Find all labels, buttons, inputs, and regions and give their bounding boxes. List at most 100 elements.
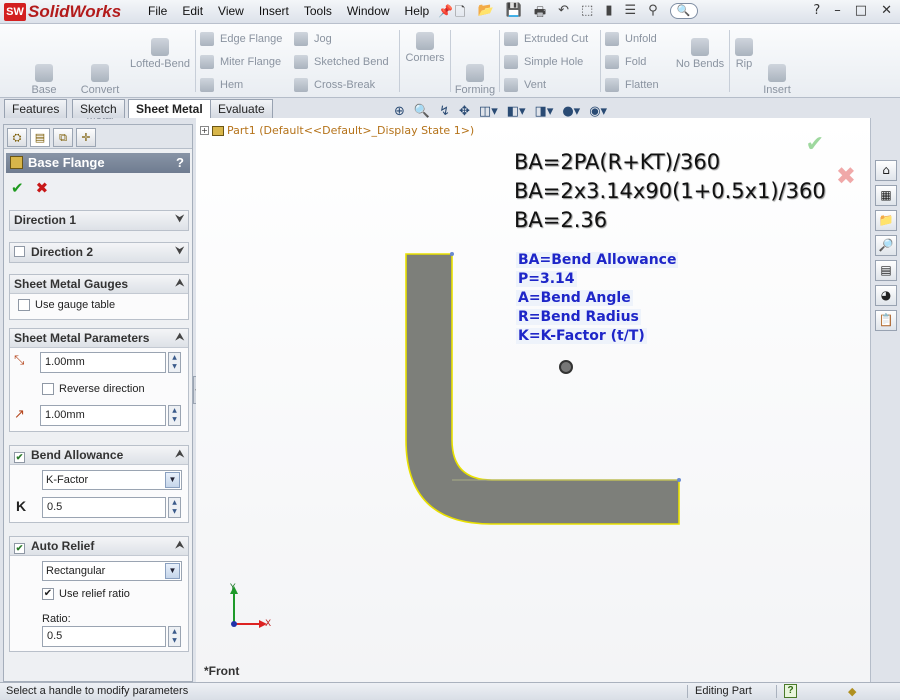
expand-chevron-icon[interactable]: ⮟ [176,211,185,229]
open-icon[interactable]: 📂 [477,3,493,25]
sketched-bend-button[interactable]: Sketched Bend [294,55,389,69]
use-gauge-table-row[interactable]: Use gauge table [18,299,115,311]
featuremanager-tab-icon[interactable]: ⛭ [7,128,27,147]
bend-radius-input[interactable]: 1.00mm [40,405,166,426]
lofted-bend-button[interactable]: Lofted-Bend [128,38,192,71]
simple-hole-button[interactable]: Simple Hole [504,55,583,69]
pm-help-button[interactable]: ? [176,153,184,173]
undo-icon[interactable]: ↶ [558,3,569,25]
fold-button[interactable]: Fold [605,55,646,69]
edge-flange-button[interactable]: Edge Flange [200,32,282,46]
thickness-spinner[interactable]: ▲ ▼ [168,352,181,373]
restore-button[interactable]: □ [855,3,867,18]
collapse-chevron-icon[interactable]: ⮝ [176,446,185,464]
use-gauge-table-checkbox[interactable] [18,299,30,311]
propertymanager-tab-icon[interactable]: ▤ [30,128,50,147]
display-style-icon[interactable]: ◧▾ [507,104,526,119]
extruded-cut-button[interactable]: Extruded Cut [504,32,588,46]
scene-icon[interactable]: ◉▾ [589,104,607,119]
ok-check-icon[interactable]: ✔ [11,179,24,197]
bend-allowance-type-select[interactable]: K-Factor ▼ [42,470,182,490]
new-doc-icon[interactable]: 🗋 [455,3,465,25]
drag-handle-icon[interactable] [450,252,454,256]
home-icon[interactable]: ⌂ [875,160,897,181]
k-factor-input[interactable]: 0.5 [42,497,166,518]
print-icon[interactable]: 🖶 [534,3,546,25]
save-icon[interactable]: 💾 [506,3,522,25]
minimize-button[interactable]: – [834,3,841,18]
dimxpert-tab-icon[interactable]: ✛ [76,128,96,147]
menu-file[interactable]: File [148,4,167,18]
select-icon[interactable]: ⬚ [581,3,593,25]
collapse-chevron-icon[interactable]: ⮝ [176,329,185,347]
search-box[interactable]: 🔍 [669,3,698,19]
status-help-icon[interactable]: ? [784,684,797,698]
view-palette-icon[interactable]: ▤ [875,260,897,281]
relief-type-select[interactable]: Rectangular ▼ [42,561,182,581]
search-results-icon[interactable]: 🔎 [875,235,897,256]
menu-insert[interactable]: Insert [259,4,289,18]
menu-edit[interactable]: Edit [182,4,203,18]
reverse-direction-row[interactable]: Reverse direction [42,383,145,395]
use-relief-ratio-checkbox[interactable]: ✔ [42,588,54,600]
section-view-icon[interactable]: ✥ [459,104,470,119]
reverse-direction-checkbox[interactable] [42,383,54,395]
hide-show-icon[interactable]: ◨▾ [535,104,554,119]
direction2-group[interactable]: Direction 2 ⮟ [9,242,189,263]
view-orientation-icon[interactable]: ◫▾ [479,104,498,119]
graphics-area[interactable]: + Part1 (Default<<Default>_Display State… [196,118,870,682]
ratio-spinner[interactable]: ▲ ▼ [168,626,181,647]
confirm-check-icon[interactable]: ✔ [806,132,824,157]
options-icon[interactable]: ☰ [624,3,636,25]
hem-button[interactable]: Hem [200,78,243,92]
drag-handle-icon[interactable] [677,478,681,482]
tab-sheet-metal[interactable]: Sheet Metal [128,99,211,118]
collapse-chevron-icon[interactable]: ⮝ [176,275,185,293]
menu-view[interactable]: View [218,4,244,18]
convert-to-sheet-metal-button[interactable]: Convert to Sheet Metal [74,38,126,136]
cancel-x-icon[interactable]: ✖ [836,162,856,190]
menu-help[interactable]: Help [405,4,430,18]
expand-chevron-icon[interactable]: ⮟ [176,243,185,261]
menu-window[interactable]: Window [347,4,390,18]
tab-sketch[interactable]: Sketch [72,99,125,118]
corners-button[interactable]: Corners [404,32,446,65]
direction2-checkbox[interactable] [14,246,25,257]
custom-properties-icon[interactable]: 📋 [875,310,897,331]
collapse-chevron-icon[interactable]: ⮝ [176,537,185,555]
appearances-icon[interactable]: ◕ [875,285,897,306]
zoom-area-icon[interactable]: 🔍 [414,104,430,119]
menu-tools[interactable]: Tools [304,4,332,18]
tab-features[interactable]: Features [4,99,68,118]
rip-button[interactable]: Rip [732,38,756,71]
previous-view-icon[interactable]: ↯ [439,104,450,119]
search-icon[interactable]: ⚲ [648,3,658,25]
direction1-group[interactable]: Direction 1 ⮟ [9,210,189,231]
tab-evaluate[interactable]: Evaluate [210,99,273,118]
bend-allowance-checkbox[interactable]: ✔ [14,452,25,463]
thickness-input[interactable]: 1.00mm [40,352,166,373]
appearance-icon[interactable]: ●▾ [562,104,580,119]
pin-icon[interactable]: 📌 [438,4,453,18]
unfold-button[interactable]: Unfold [605,32,657,46]
configurationmanager-tab-icon[interactable]: ⧉ [53,128,73,147]
bend-radius-spinner[interactable]: ▲ ▼ [168,405,181,426]
miter-flange-button[interactable]: Miter Flange [200,55,281,69]
rebuild-icon[interactable]: ▮ [605,3,612,25]
auto-relief-checkbox[interactable]: ✔ [14,543,25,554]
solidworks-logo[interactable]: SW SolidWorks [4,2,121,22]
use-relief-ratio-row[interactable]: ✔ Use relief ratio [42,588,130,600]
help-icon[interactable]: ? [813,3,820,18]
design-library-icon[interactable]: ▦ [875,185,897,206]
jog-button[interactable]: Jog [294,32,332,46]
sheet-metal-part[interactable] [401,250,686,530]
rebuild-status-icon[interactable]: ◆ [848,684,856,700]
zoom-to-fit-icon[interactable]: ⊕ [394,104,405,119]
expand-tree-icon[interactable]: + [200,126,209,135]
bent-flange-profile[interactable] [405,253,680,525]
vent-button[interactable]: Vent [504,78,546,92]
close-button[interactable]: ✕ [881,3,892,18]
feature-tree-flyout[interactable]: + Part1 (Default<<Default>_Display State… [200,124,474,137]
file-explorer-icon[interactable]: 📁 [875,210,897,231]
no-bends-button[interactable]: No Bends [674,38,726,71]
